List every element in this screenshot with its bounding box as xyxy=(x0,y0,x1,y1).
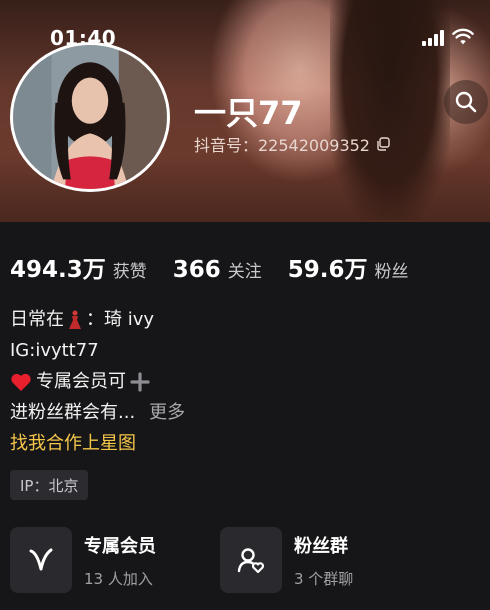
card-icon-box xyxy=(10,527,72,593)
douyin-id: 抖音号：22542009352 xyxy=(194,136,370,155)
avatar[interactable] xyxy=(10,42,170,192)
card-text: 专属会员 13 人加入 xyxy=(84,532,156,589)
bio: 日常在 ：琦 ivy IG:ivytt77 专属会员可 进粉丝群会有... 更多… xyxy=(10,304,185,459)
cellular-signal-icon xyxy=(422,30,444,46)
bio-line: 进粉丝群会有... 更多 xyxy=(10,397,185,428)
card-title: 专属会员 xyxy=(84,535,156,557)
bio-more-link[interactable]: 更多 xyxy=(149,397,185,428)
card-icon-box xyxy=(220,527,282,593)
douyin-id-row[interactable]: 抖音号：22542009352 xyxy=(194,132,390,156)
stat-value: 366 xyxy=(172,257,221,283)
dress-icon xyxy=(69,310,81,329)
stat-label: 获赞 xyxy=(112,262,147,282)
stat-likes: 494.3万 获赞 xyxy=(10,250,147,284)
wifi-icon xyxy=(452,28,474,45)
collab-link[interactable]: 找我合作上星图 xyxy=(10,428,136,459)
stat-label: 关注 xyxy=(227,262,262,282)
bio-line: 找我合作上星图 xyxy=(10,428,185,459)
card-subtitle: 13 人加入 xyxy=(84,569,153,588)
membership-v-icon xyxy=(29,548,53,571)
bio-line: 专属会员可 xyxy=(10,366,185,397)
bio-text: ：琦 ivy xyxy=(86,309,155,330)
search-icon xyxy=(455,91,477,113)
stats-row: 494.3万 获赞 366 关注 59.6万 粉丝 xyxy=(10,250,409,284)
status-icons xyxy=(422,28,474,46)
card-title: 粉丝群 xyxy=(294,535,348,557)
heart-icon xyxy=(11,373,31,391)
avatar-photo xyxy=(13,45,167,189)
membership-card[interactable]: 专属会员 13 人加入 xyxy=(10,527,156,593)
fan-group-icon xyxy=(237,548,265,574)
nickname: 一只77 xyxy=(194,94,303,132)
stat-value: 59.6万 xyxy=(287,257,368,283)
stat-following[interactable]: 366 关注 xyxy=(173,257,262,283)
card-text: 粉丝群 3 个群聊 xyxy=(294,532,353,589)
bio-text: IG:ivytt77 xyxy=(10,340,99,361)
copy-icon[interactable] xyxy=(376,137,390,151)
card-subtitle: 3 个群聊 xyxy=(294,569,354,588)
fan-group-card[interactable]: 粉丝群 3 个群聊 xyxy=(220,527,353,593)
stat-followers[interactable]: 59.6万 粉丝 xyxy=(288,250,409,284)
bio-line: IG:ivytt77 xyxy=(10,335,185,366)
bio-text: 日常在 xyxy=(10,309,64,330)
search-button[interactable] xyxy=(444,80,488,124)
bio-text: 进粉丝群会有... xyxy=(10,402,136,423)
stat-value: 494.3万 xyxy=(10,257,106,283)
bio-text: 专属会员可 xyxy=(36,371,126,392)
bio-line: 日常在 ：琦 ivy xyxy=(10,304,185,335)
plus-icon xyxy=(130,371,150,392)
ip-location-badge: IP：北京 xyxy=(10,470,89,500)
stat-label: 粉丝 xyxy=(374,262,409,282)
